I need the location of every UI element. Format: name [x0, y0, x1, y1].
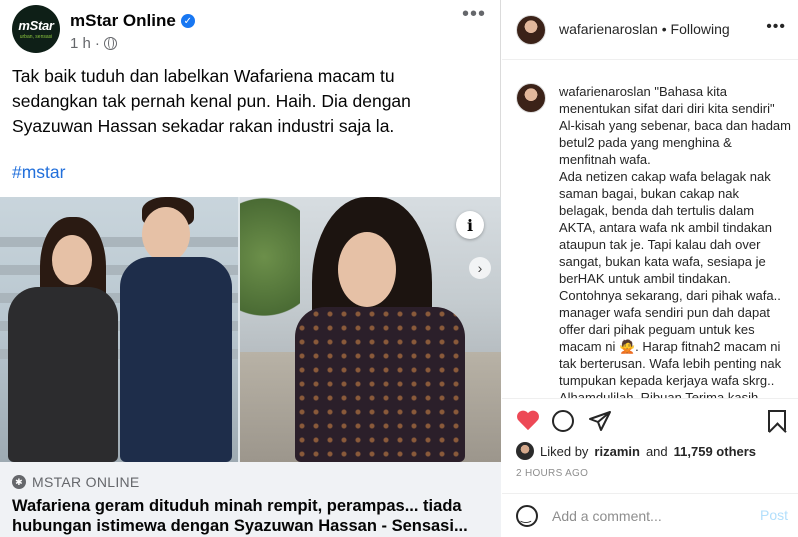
- caption-avatar[interactable]: [516, 83, 546, 113]
- comment-input[interactable]: [552, 506, 742, 526]
- facebook-post: mStar urban, sensasi mStar Online ✓ 1 h …: [0, 0, 501, 537]
- post-meta: 1 h ·: [70, 35, 117, 52]
- page-avatar[interactable]: mStar urban, sensasi: [12, 5, 60, 53]
- caption-username[interactable]: wafarienaroslan: [559, 84, 651, 99]
- photo-couple: [0, 197, 238, 462]
- post-time[interactable]: 1 h: [70, 35, 91, 52]
- ig-action-bar: [502, 398, 798, 440]
- instagram-panel: wafarienaroslan • Following ••• wafarien…: [502, 0, 798, 537]
- link-domain: ✱ MSTAR ONLINE: [12, 474, 140, 490]
- page-name-label[interactable]: mStar Online: [70, 11, 176, 31]
- caption-text: wafarienaroslan "Bahasa kita menentukan …: [559, 83, 791, 398]
- comment-bar: Post: [502, 493, 798, 537]
- emoji-icon[interactable]: [516, 505, 538, 527]
- likes-line: Liked by rizamin and 11,759 others: [516, 442, 756, 460]
- post-image[interactable]: i ›: [0, 197, 501, 462]
- page-name[interactable]: mStar Online ✓: [70, 11, 195, 31]
- caption-body: "Bahasa kita menentukan sifat dari diri …: [559, 84, 791, 398]
- liker-avatar[interactable]: [516, 442, 534, 460]
- ig-username[interactable]: wafarienaroslan: [559, 21, 658, 37]
- ig-user-line: wafarienaroslan • Following: [559, 21, 730, 37]
- share-icon[interactable]: [588, 409, 612, 433]
- post-timestamp: 2 HOURS AGO: [516, 468, 589, 479]
- avatar-logo: mStar: [18, 18, 54, 33]
- verified-badge-icon: ✓: [180, 14, 195, 28]
- ig-header: wafarienaroslan • Following •••: [502, 0, 798, 60]
- ig-caption: wafarienaroslan "Bahasa kita menentukan …: [502, 78, 798, 398]
- following-button[interactable]: Following: [671, 21, 730, 37]
- profile-avatar[interactable]: [516, 15, 546, 45]
- info-icon[interactable]: i: [456, 211, 484, 239]
- chevron-right-icon[interactable]: ›: [469, 257, 491, 279]
- more-options-icon[interactable]: •••: [766, 18, 786, 36]
- meta-separator: ·: [94, 35, 100, 52]
- heart-icon[interactable]: [516, 409, 540, 433]
- follow-separator: •: [661, 21, 667, 37]
- bookmark-icon[interactable]: [768, 410, 786, 432]
- avatar-tagline: urban, sensasi: [19, 34, 53, 40]
- likes-prefix: Liked by: [540, 443, 589, 459]
- link-title[interactable]: Wafariena geram dituduh minah rempit, pe…: [12, 496, 492, 536]
- post-text: Tak baik tuduh dan labelkan Wafariena ma…: [12, 66, 411, 136]
- likes-count[interactable]: 11,759 others: [674, 444, 756, 459]
- link-domain-label: MSTAR ONLINE: [32, 474, 140, 490]
- link-icon: ✱: [12, 475, 26, 489]
- liker-username[interactable]: rizamin: [594, 444, 640, 459]
- comment-icon[interactable]: [552, 410, 574, 432]
- more-options-icon[interactable]: •••: [462, 4, 486, 24]
- likes-and: and: [645, 443, 668, 459]
- hashtag-link[interactable]: #mstar: [12, 162, 65, 183]
- post-header: mStar urban, sensasi mStar Online ✓ 1 h …: [12, 4, 488, 57]
- globe-icon: [103, 37, 117, 50]
- post-button[interactable]: Post: [760, 507, 788, 523]
- link-preview[interactable]: ✱ MSTAR ONLINE Wafariena geram dituduh m…: [0, 462, 501, 537]
